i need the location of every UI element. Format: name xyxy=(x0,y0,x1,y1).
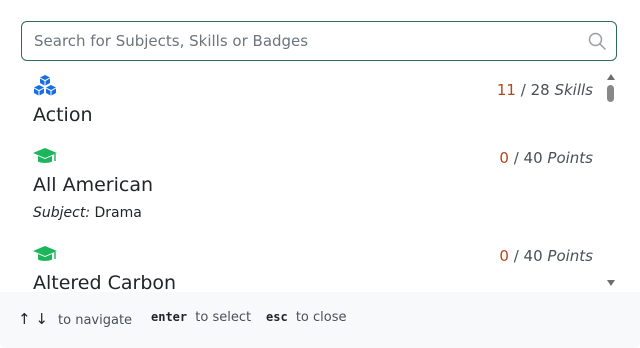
graduation-cap-icon xyxy=(33,148,57,163)
result-item[interactable]: 0 / 40 Points All American Subject: Dram… xyxy=(21,146,601,226)
scroll-down-arrow-icon[interactable] xyxy=(607,280,615,286)
result-progress: 0 / 40 Points xyxy=(499,247,593,265)
result-progress: 11 / 28 Skills xyxy=(496,81,593,99)
result-subject: Subject: Drama xyxy=(33,205,142,221)
hint-navigate: ↑ ↓ to navigate xyxy=(18,310,132,328)
result-title: Altered Carbon xyxy=(33,272,177,290)
hint-select: enter to select xyxy=(151,310,251,325)
result-title: All American xyxy=(33,174,154,196)
select-label: to select xyxy=(195,310,252,325)
hint-close: esc to close xyxy=(266,310,347,325)
search-input[interactable] xyxy=(22,22,594,60)
results-list: 11 / 28 Skills Action 0 / 40 Points All … xyxy=(21,70,617,290)
navigate-label: to navigate xyxy=(58,313,133,328)
result-progress: 0 / 40 Points xyxy=(499,149,593,167)
scroll-thumb[interactable] xyxy=(607,85,614,102)
scroll-up-arrow-icon[interactable] xyxy=(607,74,615,80)
search-dialog: 11 / 28 Skills Action 0 / 40 Points All … xyxy=(0,0,640,348)
esc-key: esc xyxy=(266,310,288,324)
graduation-cap-icon xyxy=(33,246,57,261)
result-title: Action xyxy=(33,104,93,126)
results-scrollbar[interactable] xyxy=(606,72,618,288)
navigate-keys: ↑ ↓ xyxy=(18,310,48,328)
result-item[interactable]: 11 / 28 Skills Action xyxy=(21,74,601,134)
search-box[interactable] xyxy=(21,21,617,61)
search-icon[interactable] xyxy=(588,32,606,50)
result-item[interactable]: 0 / 40 Points Altered Carbon xyxy=(21,244,601,290)
close-label: to close xyxy=(295,310,347,325)
cubes-icon xyxy=(34,75,56,96)
keyboard-hints-footer: ↑ ↓ to navigate enter to select esc to c… xyxy=(0,292,640,348)
enter-key: enter xyxy=(151,310,188,324)
